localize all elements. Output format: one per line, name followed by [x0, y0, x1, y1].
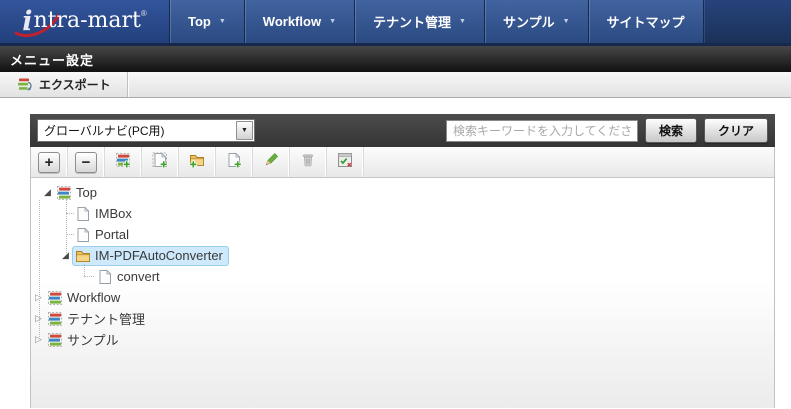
tree-expand-arrow-icon[interactable]: ▷ — [35, 293, 47, 302]
tree-connector-line — [39, 200, 40, 339]
search-button[interactable]: 検索 — [644, 118, 697, 143]
chevron-down-icon: ▼ — [241, 127, 248, 134]
tree-node-IMBox[interactable]: IMBox — [31, 203, 774, 224]
logo-letter-i: i — [22, 6, 33, 37]
nav-item-sitemap[interactable]: サイトマップ — [588, 0, 704, 43]
page-title: メニュー設定 — [10, 52, 95, 68]
edit-button[interactable] — [253, 147, 290, 177]
global-nav: i ntra-mart ® Top ▼ Workflow ▼ テナント管理 ▼ サンプル ▼ サイト… — [0, 0, 791, 43]
tree-node-label: convert — [117, 269, 160, 284]
pencil-icon — [263, 152, 279, 173]
export-button[interactable]: エクスポート — [0, 72, 127, 97]
expand-all-button[interactable]: + — [31, 147, 68, 177]
menu-group-icon — [47, 311, 63, 327]
tree-connector-line — [66, 234, 74, 235]
collapse-all-button[interactable]: − — [68, 147, 105, 177]
selected-node-highlight[interactable]: IM-PDFAutoConverter — [72, 245, 229, 266]
tree-connector-line — [66, 213, 74, 214]
menu-group-icon — [47, 290, 63, 306]
nav-item-top[interactable]: Top ▼ — [170, 0, 245, 43]
add-folder-button[interactable] — [179, 147, 216, 177]
tree-node-label: IM-PDFAutoConverter — [95, 248, 223, 263]
tree-node-IM-PDFAutoConverter[interactable]: ◢ IM-PDFAutoConverter — [31, 245, 774, 266]
nav-filler — [703, 0, 791, 43]
trash-icon — [300, 152, 316, 173]
sort-setting-button — [327, 147, 364, 177]
search-input[interactable] — [445, 119, 638, 142]
tree-node-convert[interactable]: convert — [31, 266, 774, 287]
filter-bar: グローバルナビ(PC用) ▼ 検索 クリア — [30, 114, 775, 147]
registered-mark: ® — [140, 9, 147, 18]
menu-type-select[interactable]: グローバルナビ(PC用) ▼ — [37, 119, 255, 142]
chevron-down-icon: ▼ — [459, 18, 466, 25]
tree-connector-line — [84, 276, 94, 277]
tree-node-Top[interactable]: ◢ Top — [31, 182, 774, 203]
tree-node-Portal[interactable]: Portal — [31, 224, 774, 245]
menu-tree: ◢ Top IMBox Portal ◢ IM-PDFAutoConverter conve… — [30, 178, 775, 408]
chevron-down-icon: ▼ — [329, 18, 336, 25]
intra-mart-logo: i ntra-mart ® — [14, 6, 147, 38]
nav-item-label: Top — [188, 14, 211, 29]
menu-group-icon — [56, 185, 72, 201]
clear-button[interactable]: クリア — [703, 118, 768, 143]
page-add-icon — [226, 152, 242, 173]
export-icon — [18, 78, 32, 90]
add-page-button[interactable] — [216, 147, 253, 177]
tree-expand-arrow-icon[interactable]: ▷ — [35, 314, 47, 323]
nav-item-workflow[interactable]: Workflow ▼ — [244, 0, 355, 43]
add-page-copy-button[interactable] — [142, 147, 179, 177]
nav-item-label: テナント管理 — [373, 15, 452, 30]
folder-add-icon — [189, 152, 205, 173]
logo[interactable]: i ntra-mart ® — [0, 0, 170, 43]
tree-toolbar: + − — [30, 147, 775, 178]
menu-group-add-icon — [115, 152, 131, 173]
add-menu-group-button[interactable] — [105, 147, 142, 177]
tree-connector-line — [66, 200, 67, 255]
title-bar: メニュー設定 — [0, 46, 791, 72]
tree-node-label: サンプル — [67, 333, 119, 348]
tree-connector-line — [84, 264, 85, 276]
grid-check-icon — [337, 152, 353, 173]
page-icon — [75, 227, 91, 243]
page-dashed-add-icon — [152, 152, 168, 173]
tree-node-Workflow[interactable]: ▷ Workflow — [31, 287, 774, 308]
tree-node-label: IMBox — [95, 206, 132, 221]
menu-settings-page: i ntra-mart ® Top ▼ Workflow ▼ テナント管理 ▼ サンプル ▼ サイト… — [0, 0, 791, 409]
chevron-down-icon: ▼ — [562, 18, 570, 25]
tree-node--[interactable]: ▷ テナント管理 — [31, 308, 774, 329]
tree-node-label: Portal — [95, 227, 129, 242]
logo-text: ntra-mart — [33, 8, 141, 33]
delete-button — [290, 147, 327, 177]
collapse-all-icon: − — [75, 151, 97, 173]
select-dropdown-button[interactable]: ▼ — [236, 121, 253, 140]
tree-node-label: テナント管理 — [67, 312, 146, 327]
chevron-down-icon: ▼ — [218, 18, 226, 25]
tree-collapse-arrow-icon[interactable]: ◢ — [44, 188, 56, 197]
menu-group-icon — [47, 332, 63, 348]
page-icon — [75, 206, 91, 222]
nav-item-label: サイトマップ — [606, 15, 685, 30]
nav-item-label: Workflow — [262, 14, 322, 29]
tree-node-label: Top — [76, 185, 97, 200]
page-icon — [97, 269, 113, 285]
tree-expand-arrow-icon[interactable]: ▷ — [35, 335, 47, 344]
nav-item-label: サンプル — [502, 15, 555, 30]
global-nav-items: Top ▼ Workflow ▼ テナント管理 ▼ サンプル ▼ サイトマップ — [170, 0, 704, 43]
menu-panel: グローバルナビ(PC用) ▼ 検索 クリア +− ◢ Top IMBox Portal… — [30, 114, 775, 408]
toolbar-separator — [126, 72, 128, 97]
export-toolbar: エクスポート — [0, 72, 791, 98]
nav-item-tenant-admin[interactable]: テナント管理 ▼ — [355, 0, 485, 43]
expand-all-icon: + — [38, 151, 60, 173]
tree-node--[interactable]: ▷ サンプル — [31, 329, 774, 350]
content-gap — [0, 98, 791, 114]
tree-node-label: Workflow — [67, 290, 121, 305]
export-label: エクスポート — [39, 78, 111, 92]
nav-item-sample[interactable]: サンプル ▼ — [484, 0, 589, 43]
menu-type-select-value: グローバルナビ(PC用) — [44, 124, 165, 138]
folder-icon — [75, 248, 91, 264]
